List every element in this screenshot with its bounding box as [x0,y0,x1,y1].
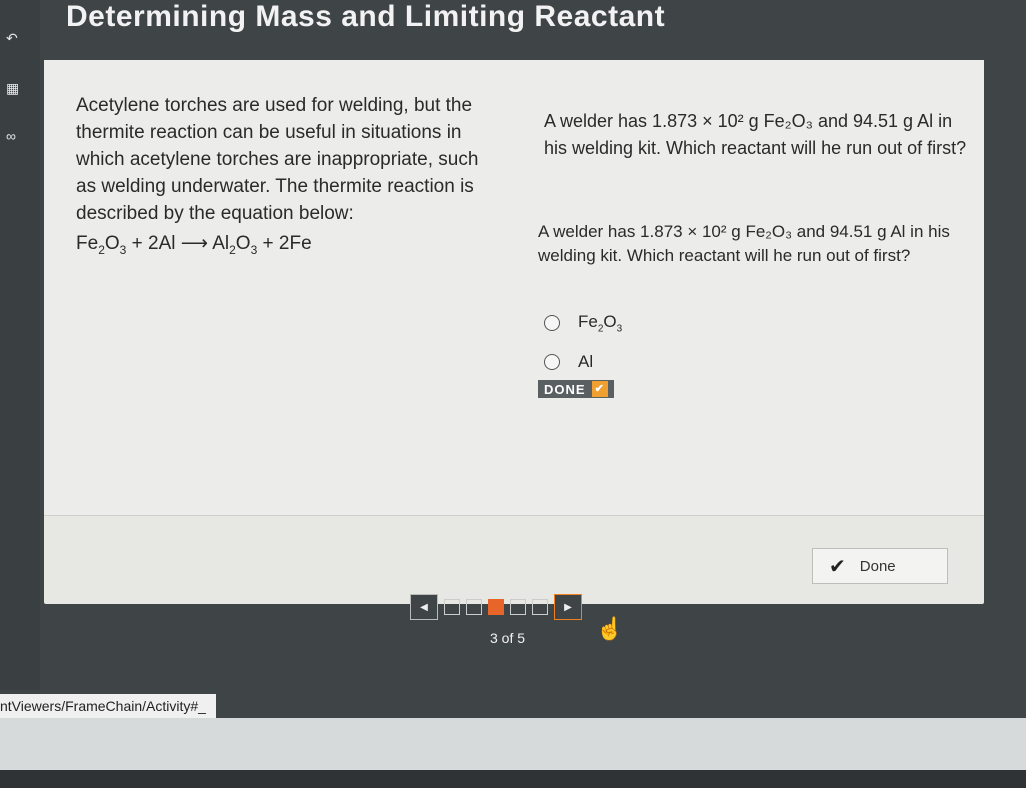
calculator-icon[interactable]: ▦ [6,80,19,97]
option-fe2o3[interactable]: Fe2O3 [544,312,622,334]
question-prompt-repeat: A welder has 1.873 × 10² g Fe₂O₃ and 94.… [538,222,950,265]
thermite-equation: Fe2O3 + 2Al ⟶ Al2O3 + 2Fe [76,233,312,257]
page-indicator[interactable] [532,599,548,615]
bottom-bar [0,718,1026,770]
page-indicator[interactable] [466,599,482,615]
page-count: 3 of 5 [490,630,526,646]
hand-cursor-icon: ☝ [596,616,624,641]
left-toolbar: ↶ ▦ ∞ [0,0,40,690]
page-title: Determining Mass and Limiting Reactant [66,0,666,33]
check-icon: ✔ [591,381,608,397]
prev-arrow-icon[interactable]: ◀ [410,594,438,620]
option-label: Fe2O3 [578,312,623,335]
radio-button[interactable] [544,315,560,332]
content-area: Acetylene torches are used for welding, … [44,60,984,516]
done-status-badge: DONE ✔ [538,380,614,398]
page-indicator[interactable] [510,599,526,615]
check-icon: ✔ [829,555,846,578]
next-arrow-icon[interactable]: ▶ [554,594,582,620]
activity-panel: Acetylene torches are used for welding, … [44,60,984,604]
option-label: Al [578,352,594,371]
bottom-edge [0,770,1026,788]
done-button[interactable]: ✔ Done [812,548,948,584]
option-al[interactable]: Al [544,352,593,372]
question-prompt: A welder has 1.873 × 10² g Fe₂O₃ and 94.… [544,111,967,158]
page-indicator-current[interactable] [488,599,504,615]
page-navigation: ◀ ▶ [410,594,582,620]
page-indicator[interactable] [444,599,460,615]
url-status-bar: ntViewers/FrameChain/Activity#_ [0,694,216,718]
link-icon[interactable]: ∞ [6,128,16,144]
undo-icon[interactable]: ↶ [6,30,18,47]
lesson-intro: Acetylene torches are used for welding, … [76,95,479,224]
radio-button[interactable] [544,354,560,370]
